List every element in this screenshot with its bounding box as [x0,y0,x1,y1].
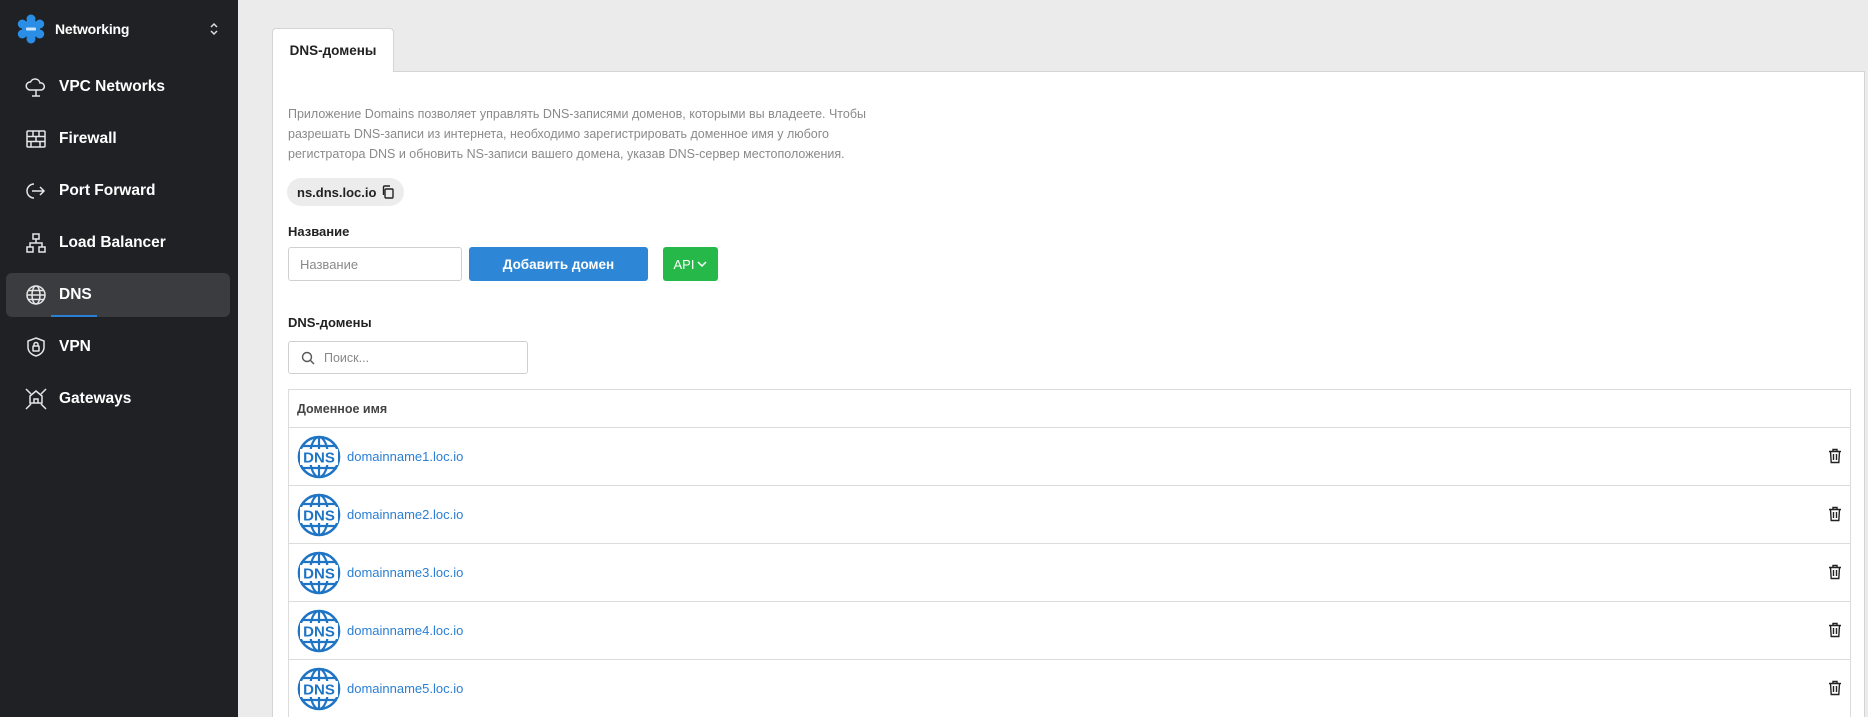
load-balancer-icon [23,230,49,256]
port-forward-icon [23,178,49,204]
sidebar-item-dns[interactable]: DNS [6,273,230,317]
app-switcher[interactable]: Networking [16,14,222,44]
dns-badge-text: DNS [303,449,335,466]
search-box[interactable] [288,341,528,374]
domain-name-input[interactable] [288,247,462,281]
sidebar-item-firewall[interactable]: Firewall [6,117,230,161]
ns-server-chip[interactable]: ns.dns.loc.io [287,178,405,206]
firewall-brick-icon [23,126,49,152]
sidebar-item-label: VPC Networks [59,78,165,95]
domain-link[interactable]: domainname5.loc.io [347,681,463,696]
chevron-down-icon [697,261,708,268]
active-indicator [51,315,97,317]
sidebar-item-label: DNS [59,286,92,303]
dns-globe-icon: DNS [297,667,341,710]
dns-globe-icon: DNS [297,609,341,652]
gateway-icon [23,386,49,412]
delete-icon[interactable] [1828,564,1842,580]
dns-badge-text: DNS [303,623,335,640]
add-domain-button[interactable]: Добавить домен [469,247,648,281]
sidebar-item-label: Port Forward [59,182,156,199]
domain-link[interactable]: domainname4.loc.io [347,623,463,638]
dns-badge-text: DNS [303,565,335,582]
globe-icon [23,282,49,308]
column-header-domain-name[interactable]: Доменное имя [289,390,1850,428]
table-row: DNS domainname2.loc.io [289,486,1850,544]
search-input[interactable] [324,350,504,365]
chevron-up-down-icon [210,22,218,36]
api-button-label: API [673,256,695,272]
tab-dns-domains[interactable]: DNS-домены [272,28,394,72]
api-dropdown-button[interactable]: API [663,247,718,281]
table-row: DNS domainname1.loc.io [289,428,1850,486]
search-icon [301,351,315,364]
sidebar-nav: VPC Networks Firewall Port Forward Load … [6,65,230,429]
app-title: Networking [55,21,130,37]
domain-link[interactable]: domainname1.loc.io [347,449,463,464]
delete-icon[interactable] [1828,448,1842,464]
table-row: DNS domainname4.loc.io [289,602,1850,660]
sidebar-item-vpn[interactable]: VPN [6,325,230,369]
page-description: Приложение Domains позволяет управлять D… [288,107,866,161]
panel-edge [1864,71,1868,717]
sidebar-item-label: VPN [59,338,91,355]
cloud-network-icon [23,74,49,100]
sidebar-item-port-forward[interactable]: Port Forward [6,169,230,213]
networking-logo-icon [17,14,45,44]
dns-badge-text: DNS [303,681,335,698]
domains-table: Доменное имя DNS domainname1.loc.io DNS [288,389,1851,717]
sidebar: Networking VPC Networks Firewall Port Fo… [0,0,238,717]
delete-icon[interactable] [1828,622,1842,638]
name-label: Название [288,224,350,239]
dns-globe-icon: DNS [297,435,341,478]
table-row: DNS domainname3.loc.io [289,544,1850,602]
shield-lock-icon [23,334,49,360]
dns-globe-icon: DNS [297,493,341,536]
sidebar-item-gateways[interactable]: Gateways [6,377,230,421]
table-body: DNS domainname1.loc.io DNS domainname2.l… [289,428,1850,717]
delete-icon[interactable] [1828,680,1842,696]
dns-globe-icon: DNS [297,551,341,594]
delete-icon[interactable] [1828,506,1842,522]
domain-link[interactable]: domainname2.loc.io [347,507,463,522]
sidebar-item-label: Firewall [59,130,117,147]
sidebar-item-label: Gateways [59,390,132,407]
ns-server-value: ns.dns.loc.io [297,184,377,200]
table-row: DNS domainname5.loc.io [289,660,1850,717]
sidebar-item-vpc-networks[interactable]: VPC Networks [6,65,230,109]
sidebar-item-load-balancer[interactable]: Load Balancer [6,221,230,265]
domains-section-label: DNS-домены [288,315,372,330]
domain-link[interactable]: domainname3.loc.io [347,565,463,580]
copy-icon[interactable] [381,185,395,199]
sidebar-item-label: Load Balancer [59,234,166,251]
dns-badge-text: DNS [303,507,335,524]
